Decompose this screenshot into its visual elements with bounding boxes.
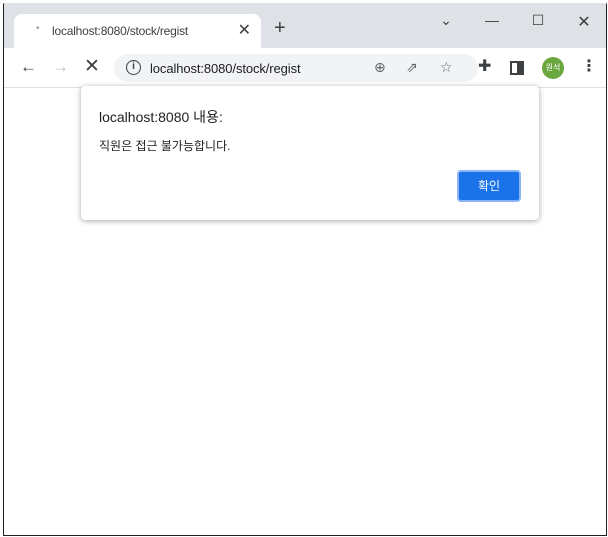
- avatar[interactable]: 원석: [542, 57, 564, 79]
- title-bar: • localhost:8080/stock/regist ✕ + ⌄ — ☐ …: [4, 4, 606, 48]
- close-tab-icon[interactable]: ✕: [238, 20, 251, 40]
- zoom-icon[interactable]: ⊕: [374, 59, 386, 76]
- ok-button[interactable]: 확인: [457, 170, 521, 202]
- address-bar[interactable]: i localhost:8080/stock/regist ⊕ ⇗ ☆: [114, 54, 478, 82]
- alert-dialog: localhost:8080 내용: 직원은 접근 불가능합니다. 확인: [81, 86, 539, 220]
- tab-title: localhost:8080/stock/regist: [52, 24, 189, 38]
- browser-tab[interactable]: • localhost:8080/stock/regist ✕: [14, 14, 261, 48]
- minimize-icon[interactable]: —: [482, 12, 502, 28]
- stop-icon[interactable]: ✕: [84, 57, 100, 76]
- close-window-icon[interactable]: ✕: [574, 12, 594, 32]
- browser-window: • localhost:8080/stock/regist ✕ + ⌄ — ☐ …: [3, 3, 607, 536]
- tab-search-chevron-icon[interactable]: ⌄: [436, 12, 456, 29]
- puzzle-icon[interactable]: ✚: [478, 58, 491, 76]
- star-icon[interactable]: ☆: [440, 59, 453, 76]
- loading-dot-icon: •: [36, 23, 40, 34]
- new-tab-button[interactable]: +: [274, 18, 286, 38]
- dialog-message: 직원은 접근 불가능합니다.: [99, 139, 231, 153]
- url-text[interactable]: localhost:8080/stock/regist: [150, 61, 301, 76]
- side-panel-icon[interactable]: [510, 61, 524, 75]
- maximize-icon[interactable]: ☐: [528, 12, 548, 29]
- info-icon[interactable]: i: [126, 60, 141, 75]
- back-arrow-icon[interactable]: ←: [20, 58, 37, 76]
- share-icon[interactable]: ⇗: [406, 59, 418, 76]
- kebab-menu-icon[interactable]: ⋮: [581, 58, 597, 76]
- forward-arrow-icon[interactable]: →: [52, 58, 69, 76]
- dialog-title: localhost:8080 내용:: [99, 109, 223, 125]
- browser-toolbar: ← → ✕ i localhost:8080/stock/regist ⊕ ⇗ …: [4, 48, 606, 88]
